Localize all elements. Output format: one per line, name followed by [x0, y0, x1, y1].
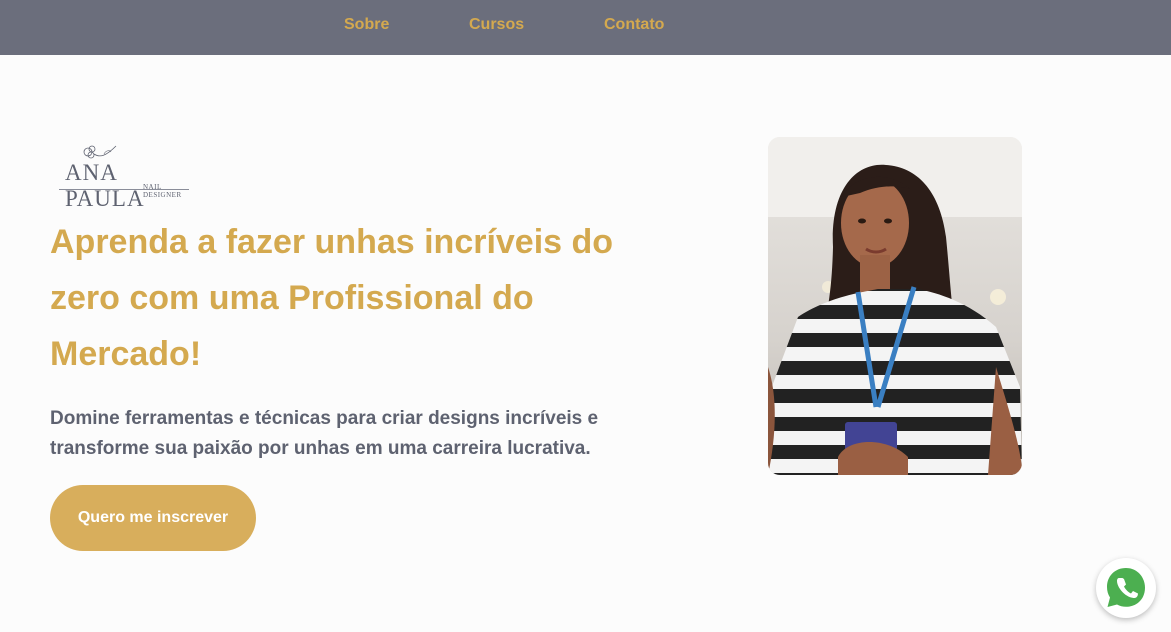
subscribe-button[interactable]: Quero me inscrever	[50, 485, 256, 551]
top-navigation-bar: Sobre Cursos Contato	[0, 0, 1171, 55]
nav-link-cursos[interactable]: Cursos	[469, 16, 524, 34]
whatsapp-icon	[1107, 568, 1145, 607]
nav-link-contato[interactable]: Contato	[604, 16, 664, 34]
brand-logo[interactable]: ANA PAULA NAIL DESIGNER	[55, 140, 197, 211]
nav-link-sobre[interactable]: Sobre	[344, 16, 389, 34]
logo-subtitle: NAIL DESIGNER	[143, 183, 182, 199]
hero-headline: Aprenda a fazer unhas incríveis do zero …	[50, 223, 614, 373]
whatsapp-button[interactable]	[1096, 558, 1156, 618]
instructor-photo	[768, 137, 1022, 475]
hero-subtext: Domine ferramentas e técnicas para criar…	[50, 408, 599, 459]
